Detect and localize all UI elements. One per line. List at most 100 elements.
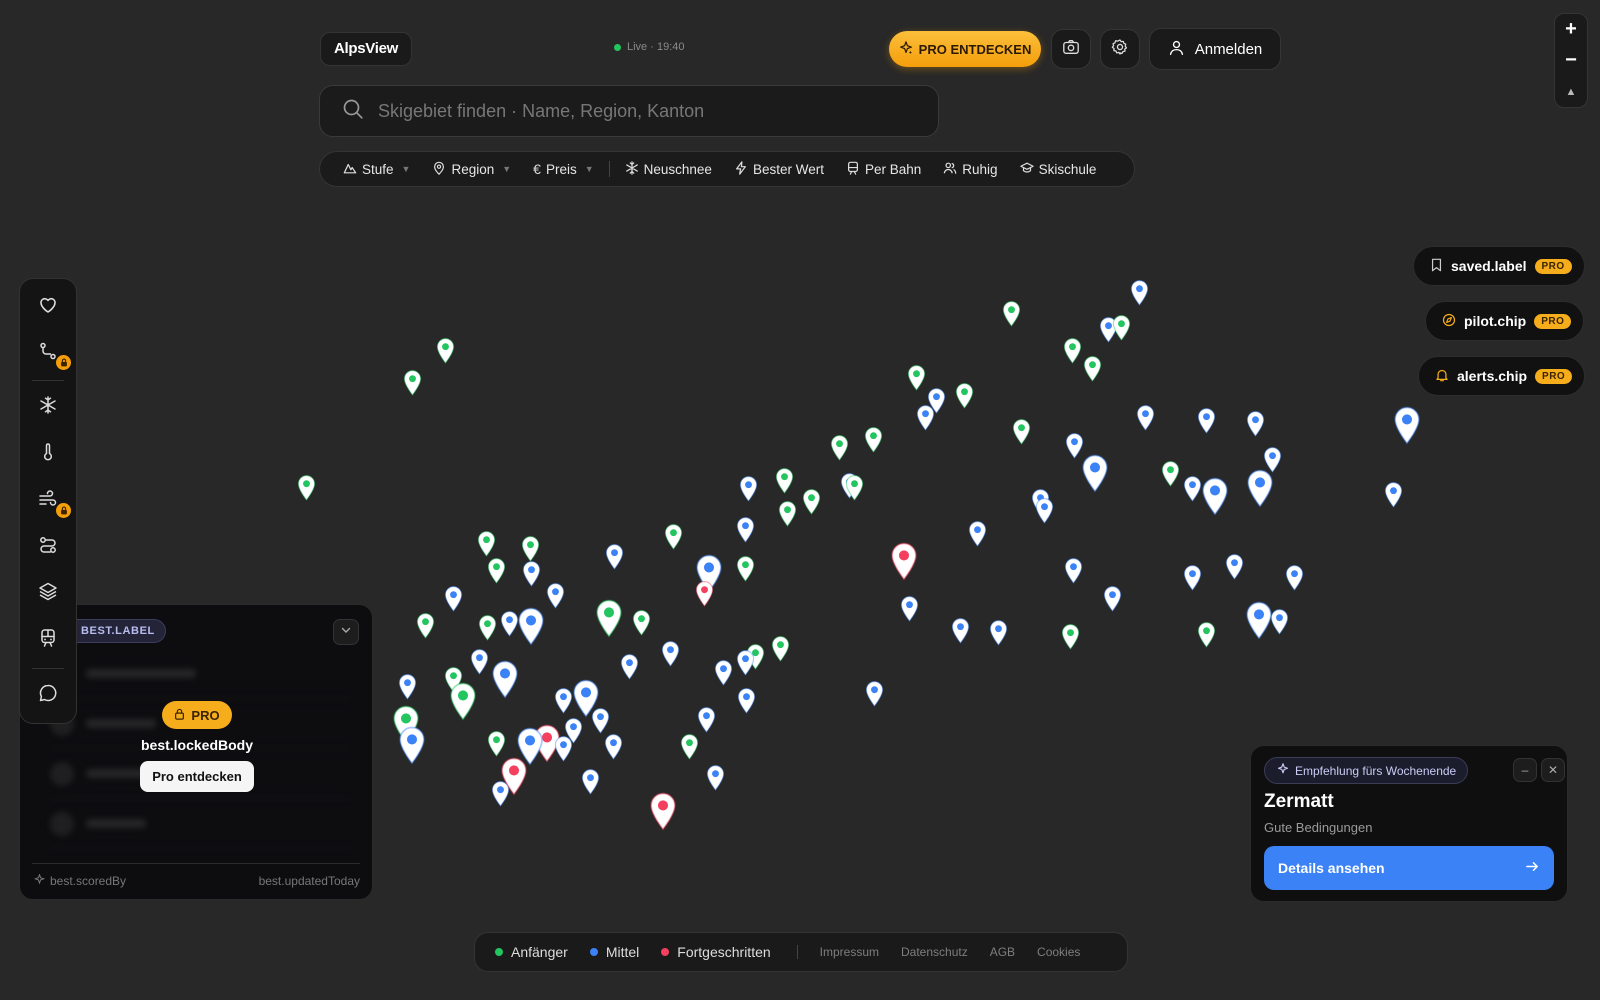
resort-marker[interactable] <box>1197 407 1216 435</box>
resort-marker[interactable] <box>1183 475 1202 503</box>
filter-stufe[interactable]: Stufe ▼ <box>332 161 421 178</box>
resort-marker[interactable] <box>470 648 489 676</box>
resort-marker[interactable] <box>521 535 540 563</box>
resort-marker[interactable] <box>546 582 565 610</box>
resort-marker[interactable] <box>736 649 755 677</box>
resort-marker[interactable] <box>1201 476 1229 516</box>
resort-marker[interactable] <box>487 730 506 758</box>
close-button[interactable]: ✕ <box>1541 758 1565 782</box>
resort-marker[interactable] <box>865 680 884 708</box>
filter-preis[interactable]: € Preis ▼ <box>522 161 604 177</box>
resort-marker[interactable] <box>581 768 600 796</box>
search-bar[interactable] <box>319 85 939 137</box>
resort-marker[interactable] <box>830 434 849 462</box>
login-button[interactable]: Anmelden <box>1149 28 1281 70</box>
resort-marker[interactable] <box>595 598 623 638</box>
filter-region[interactable]: Region ▼ <box>421 161 522 178</box>
resort-marker[interactable] <box>403 369 422 397</box>
sidebar-item-slopes[interactable] <box>20 527 76 567</box>
pro-discover-cta[interactable]: Pro entdecken <box>140 761 254 792</box>
compass-reset-button[interactable]: ▲ <box>1555 76 1587 107</box>
settings-button[interactable] <box>1100 29 1140 69</box>
resort-marker[interactable] <box>1393 405 1421 445</box>
resort-marker[interactable] <box>436 337 455 365</box>
search-input[interactable] <box>378 100 898 122</box>
resort-marker[interactable] <box>989 619 1008 647</box>
resort-marker[interactable] <box>500 610 519 638</box>
pilot-chip[interactable]: pilot.chip PRO <box>1425 301 1585 341</box>
resort-marker[interactable] <box>771 635 790 663</box>
cookies-link[interactable]: Cookies <box>1037 945 1080 959</box>
resort-marker[interactable] <box>1270 608 1289 636</box>
filter-bester-wert[interactable]: Bester Wert <box>723 160 835 178</box>
sidebar-item-wind[interactable] <box>20 481 76 521</box>
resort-marker[interactable] <box>802 488 821 516</box>
resort-marker[interactable] <box>1063 337 1082 365</box>
resort-marker[interactable] <box>697 706 716 734</box>
filter-ruhig[interactable]: Ruhig <box>932 161 1008 178</box>
camera-button[interactable] <box>1051 29 1091 69</box>
sidebar-item-favorites[interactable] <box>20 287 76 327</box>
resort-marker[interactable] <box>714 659 733 687</box>
resort-marker[interactable] <box>1285 564 1304 592</box>
resort-marker[interactable] <box>664 523 683 551</box>
resort-marker[interactable] <box>620 653 639 681</box>
resort-marker[interactable] <box>1246 468 1274 508</box>
resort-marker[interactable] <box>444 585 463 613</box>
resort-marker[interactable] <box>739 475 758 503</box>
filter-per-bahn[interactable]: Per Bahn <box>835 161 932 178</box>
resort-marker[interactable] <box>955 382 974 410</box>
collapse-button[interactable] <box>333 619 359 645</box>
resort-marker[interactable] <box>604 733 623 761</box>
resort-marker[interactable] <box>916 404 935 432</box>
resort-marker[interactable] <box>605 543 624 571</box>
resort-marker[interactable] <box>449 681 477 721</box>
saved-chip[interactable]: saved.label PRO <box>1413 246 1585 286</box>
resort-marker[interactable] <box>491 780 510 808</box>
resort-marker[interactable] <box>736 516 755 544</box>
brand-logo[interactable]: AlpsView <box>320 32 413 66</box>
resort-marker[interactable] <box>1112 314 1131 342</box>
resort-marker[interactable] <box>398 725 426 765</box>
resort-marker[interactable] <box>478 614 497 642</box>
zoom-in-button[interactable]: + <box>1555 14 1587 45</box>
resort-marker[interactable] <box>951 617 970 645</box>
resort-marker[interactable] <box>736 555 755 583</box>
resort-marker[interactable] <box>775 467 794 495</box>
resort-marker[interactable] <box>1081 453 1109 493</box>
resort-marker[interactable] <box>907 364 926 392</box>
sidebar-item-layers[interactable] <box>20 573 76 613</box>
filter-neuschnee[interactable]: Neuschnee <box>614 160 723 178</box>
resort-marker[interactable] <box>695 580 714 608</box>
resort-marker[interactable] <box>297 474 316 502</box>
resort-marker[interactable] <box>706 764 725 792</box>
resort-marker[interactable] <box>632 609 651 637</box>
sidebar-item-chat[interactable] <box>20 675 76 715</box>
resort-marker[interactable] <box>1012 418 1031 446</box>
filter-skischule[interactable]: Skischule <box>1009 161 1108 178</box>
resort-marker[interactable] <box>1064 557 1083 585</box>
resort-marker[interactable] <box>522 560 541 588</box>
resort-marker[interactable] <box>1225 553 1244 581</box>
resort-marker[interactable] <box>1183 564 1202 592</box>
alerts-chip[interactable]: alerts.chip PRO <box>1418 356 1586 396</box>
details-button[interactable]: Details ansehen <box>1264 846 1554 890</box>
resort-marker[interactable] <box>778 500 797 528</box>
resort-marker[interactable] <box>554 687 573 715</box>
sidebar-item-temperature[interactable] <box>20 434 76 474</box>
resort-marker[interactable] <box>1035 497 1054 525</box>
resort-marker[interactable] <box>1161 460 1180 488</box>
resort-marker[interactable] <box>1246 410 1265 438</box>
resort-marker[interactable] <box>1130 279 1149 307</box>
resort-marker[interactable] <box>890 541 918 581</box>
resort-marker[interactable] <box>398 673 417 701</box>
resort-marker[interactable] <box>1061 623 1080 651</box>
resort-marker[interactable] <box>661 640 680 668</box>
resort-marker[interactable] <box>845 474 864 502</box>
resort-marker[interactable] <box>649 791 677 831</box>
resort-marker[interactable] <box>487 557 506 585</box>
resort-marker[interactable] <box>968 520 987 548</box>
resort-marker[interactable] <box>737 687 756 715</box>
resort-marker[interactable] <box>680 733 699 761</box>
agb-link[interactable]: AGB <box>990 945 1015 959</box>
